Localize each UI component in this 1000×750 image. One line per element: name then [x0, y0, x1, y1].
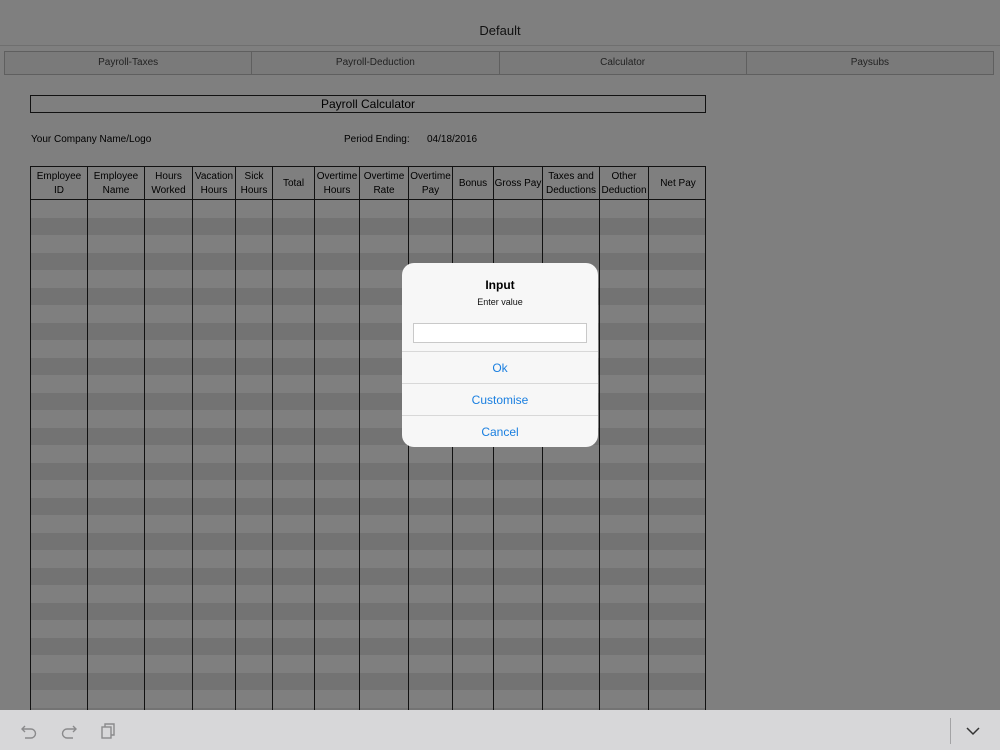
tab-payroll-deduction[interactable]: Payroll-Deduction	[251, 51, 500, 75]
customise-button[interactable]: Customise	[402, 383, 598, 415]
column-divider	[235, 200, 236, 710]
column-header[interactable]: Hours Worked	[145, 167, 193, 200]
table-row[interactable]	[31, 427, 705, 445]
column-header[interactable]: Taxes and Deductions	[543, 167, 600, 200]
table-row[interactable]	[31, 620, 705, 638]
table-row[interactable]	[31, 305, 705, 323]
column-header[interactable]: Vacation Hours	[193, 167, 236, 200]
column-divider	[144, 200, 145, 710]
table-row[interactable]	[31, 392, 705, 410]
table-rows	[31, 200, 705, 710]
input-dialog: Input Enter value Ok Customise Cancel	[402, 263, 598, 447]
table-row[interactable]	[31, 655, 705, 673]
table-row[interactable]	[31, 497, 705, 515]
column-header[interactable]: Gross Pay	[494, 167, 543, 200]
table-row[interactable]	[31, 322, 705, 340]
column-header[interactable]: Overtime Pay	[409, 167, 453, 200]
table-row[interactable]	[31, 445, 705, 463]
table-row[interactable]	[31, 690, 705, 708]
column-header[interactable]: Employee Name	[88, 167, 145, 200]
redo-icon[interactable]	[60, 722, 78, 740]
table-row[interactable]	[31, 550, 705, 568]
table-row[interactable]	[31, 480, 705, 498]
dialog-value-input[interactable]	[413, 323, 587, 343]
column-header[interactable]: Bonus	[453, 167, 494, 200]
column-header[interactable]: Total	[273, 167, 315, 200]
period-ending-value[interactable]: 04/18/2016	[427, 134, 477, 145]
table-row[interactable]	[31, 462, 705, 480]
column-divider	[314, 200, 315, 710]
tab-payroll-taxes[interactable]: Payroll-Taxes	[4, 51, 253, 75]
toolbar-divider	[950, 718, 951, 744]
ok-button[interactable]: Ok	[402, 351, 598, 383]
column-header[interactable]: Overtime Hours	[315, 167, 360, 200]
column-header[interactable]: Net Pay	[649, 167, 705, 200]
table-row[interactable]	[31, 637, 705, 655]
column-divider	[599, 200, 600, 710]
table-row[interactable]	[31, 375, 705, 393]
table-row[interactable]	[31, 252, 705, 270]
table-row[interactable]	[31, 602, 705, 620]
table-row[interactable]	[31, 515, 705, 533]
sheet-title[interactable]: Payroll Calculator	[30, 95, 706, 113]
column-divider	[648, 200, 649, 710]
table-row[interactable]	[31, 270, 705, 288]
sheet-tabs: Payroll-Taxes Payroll-Deduction Calculat…	[4, 51, 994, 75]
cancel-button[interactable]: Cancel	[402, 415, 598, 447]
column-header[interactable]: Sick Hours	[236, 167, 273, 200]
dialog-title: Input	[485, 278, 515, 292]
table-header: Employee ID Employee Name Hours Worked Vaca…	[31, 167, 705, 200]
column-header[interactable]: Employee ID	[31, 167, 88, 200]
column-header[interactable]: Overtime Rate	[360, 167, 409, 200]
period-ending-label[interactable]: Period Ending:	[344, 134, 410, 145]
tab-calculator[interactable]: Calculator	[498, 51, 747, 75]
dialog-message: Enter value	[477, 297, 523, 307]
column-header[interactable]: Other Deduction	[600, 167, 649, 200]
table-row[interactable]	[31, 235, 705, 253]
table-row[interactable]	[31, 340, 705, 358]
column-divider	[359, 200, 360, 710]
column-divider	[272, 200, 273, 710]
table-row[interactable]	[31, 217, 705, 235]
window-title: Default	[479, 23, 521, 38]
table-row[interactable]	[31, 357, 705, 375]
payroll-table: Employee ID Employee Name Hours Worked Vaca…	[30, 166, 706, 710]
column-divider	[192, 200, 193, 710]
title-bar: Default	[0, 0, 1000, 46]
table-row[interactable]	[31, 287, 705, 305]
table-row[interactable]	[31, 410, 705, 428]
table-row[interactable]	[31, 585, 705, 603]
company-name[interactable]: Your Company Name/Logo	[31, 134, 151, 145]
undo-icon[interactable]	[20, 722, 38, 740]
column-divider	[87, 200, 88, 710]
table-row[interactable]	[31, 567, 705, 585]
copy-icon[interactable]	[99, 722, 117, 740]
tab-paysubs[interactable]: Paysubs	[745, 51, 994, 75]
chevron-down-icon[interactable]	[964, 722, 982, 740]
bottom-toolbar	[0, 710, 1000, 750]
table-row[interactable]	[31, 672, 705, 690]
table-row[interactable]	[31, 532, 705, 550]
table-row[interactable]	[31, 200, 705, 218]
